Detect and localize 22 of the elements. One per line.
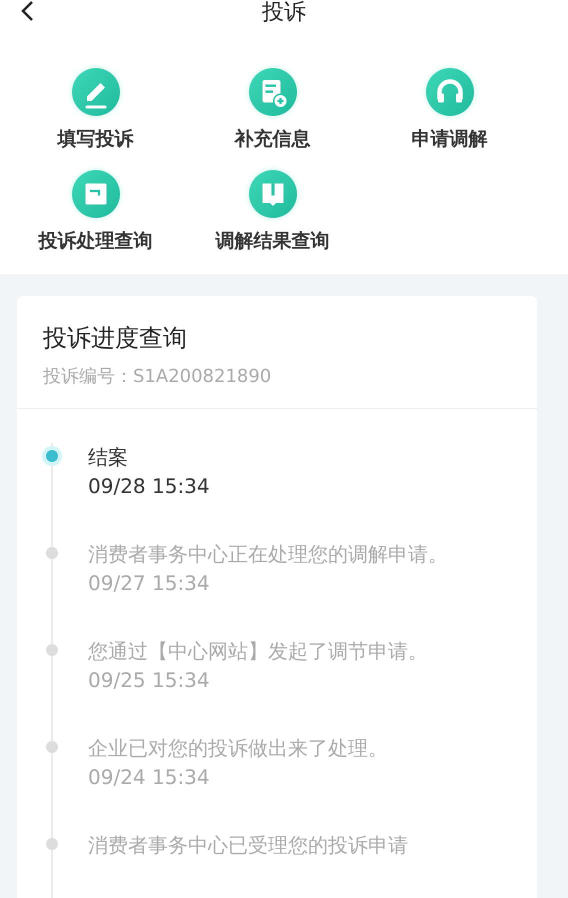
action-label[interactable]: 投诉处理查询: [38, 228, 152, 254]
form-icon[interactable]: [248, 68, 296, 116]
event-time: 09/24 15:34: [88, 764, 211, 791]
pen-icon[interactable]: [72, 68, 120, 116]
event-time: 09/28 15:34: [88, 473, 211, 500]
page-title: 投诉: [262, 0, 306, 26]
action-label[interactable]: 申请调解: [412, 126, 488, 152]
card-title: 投诉进度查询: [43, 323, 188, 354]
event-text: 消费者事务中心已受理您的投诉申请: [88, 832, 409, 859]
action-label[interactable]: 填写投诉: [58, 126, 134, 152]
book-icon[interactable]: [248, 170, 296, 218]
action-label[interactable]: 补充信息: [234, 126, 310, 152]
headset-icon[interactable]: [426, 68, 474, 116]
event-text: 消费者事务中心正在处理您的调解申请。: [88, 541, 449, 568]
complaint-number: 投诉编号：S1A200821890: [43, 365, 272, 388]
box-icon[interactable]: [72, 170, 120, 218]
event-text: 企业已对您的投诉做出来了处理。: [88, 735, 389, 762]
event-text: 您通过【中心网站】发起了调节申请。: [88, 638, 429, 665]
event-time: 09/27 15:34: [88, 570, 211, 597]
action-label[interactable]: 调解结果查询: [216, 228, 330, 254]
event-text: 结案: [88, 444, 129, 471]
event-time: 09/25 15:34: [88, 667, 211, 694]
